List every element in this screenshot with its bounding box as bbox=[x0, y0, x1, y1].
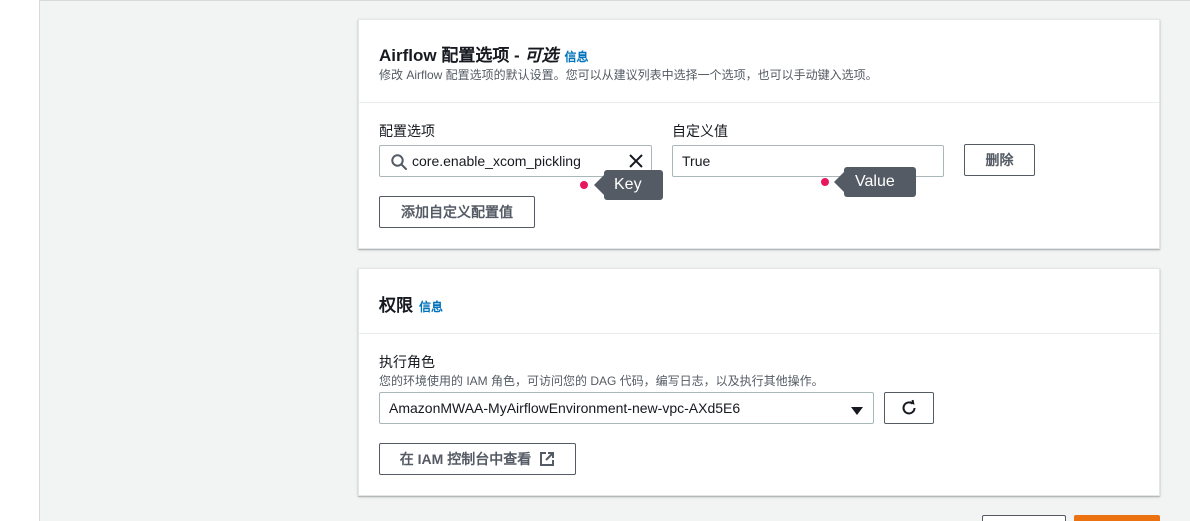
remove-button[interactable]: 删除 bbox=[964, 144, 1035, 176]
permissions-title: 权限 bbox=[379, 296, 413, 315]
value-annotation-label: Value bbox=[855, 173, 895, 190]
execution-role-select[interactable]: AmazonMWAA-MyAirflowEnvironment-new-vpc-… bbox=[379, 392, 874, 424]
custom-value-label: 自定义值 bbox=[672, 123, 728, 139]
airflow-config-info-link[interactable]: 信息 bbox=[564, 50, 588, 64]
search-icon bbox=[390, 153, 408, 171]
custom-value-text: True bbox=[682, 153, 711, 169]
permissions-header: 权限 信息 bbox=[359, 269, 1159, 334]
airflow-config-title: Airflow 配置选项 - 可选 bbox=[379, 46, 559, 65]
key-annotation-label: Key bbox=[614, 176, 642, 193]
config-option-value: core.enable_xcom_pickling bbox=[412, 153, 581, 169]
airflow-config-description: 修改 Airflow 配置选项的默认设置。您可以从建议列表中选择一个选项，也可以… bbox=[379, 68, 878, 82]
refresh-icon bbox=[900, 399, 918, 417]
config-option-label: 配置选项 bbox=[379, 123, 435, 139]
airflow-config-header: Airflow 配置选项 - 可选 信息 修改 Airflow 配置选项的默认设置… bbox=[359, 20, 1159, 103]
key-annotation-dot bbox=[580, 181, 588, 189]
airflow-config-card: Airflow 配置选项 - 可选 信息 修改 Airflow 配置选项的默认设置… bbox=[358, 19, 1160, 249]
key-annotation: Key bbox=[594, 170, 663, 200]
caret-down-icon bbox=[851, 403, 863, 415]
add-custom-config-button[interactable]: 添加自定义配置值 bbox=[379, 196, 535, 228]
top-divider bbox=[40, 0, 1190, 1]
external-link-icon bbox=[539, 451, 555, 467]
value-annotation: Value bbox=[834, 167, 916, 197]
left-pane bbox=[0, 0, 40, 521]
primary-button-partial[interactable] bbox=[1074, 515, 1160, 521]
value-annotation-dot bbox=[821, 178, 829, 186]
refresh-button[interactable] bbox=[884, 392, 934, 424]
execution-role-selected: AmazonMWAA-MyAirflowEnvironment-new-vpc-… bbox=[389, 400, 741, 416]
view-in-iam-label: 在 IAM 控制台中查看 bbox=[399, 451, 532, 467]
execution-role-description: 您的环境使用的 IAM 角色，可访问您的 DAG 代码，编写日志，以及执行其他操… bbox=[379, 374, 824, 388]
permissions-card: 权限 信息 执行角色 您的环境使用的 IAM 角色，可访问您的 DAG 代码，编写… bbox=[358, 268, 1160, 496]
permissions-info-link[interactable]: 信息 bbox=[419, 300, 443, 314]
close-icon[interactable] bbox=[628, 153, 644, 169]
view-in-iam-button[interactable]: 在 IAM 控制台中查看 bbox=[379, 443, 576, 475]
execution-role-label: 执行角色 bbox=[379, 354, 435, 370]
cancel-button-partial[interactable] bbox=[982, 515, 1066, 521]
